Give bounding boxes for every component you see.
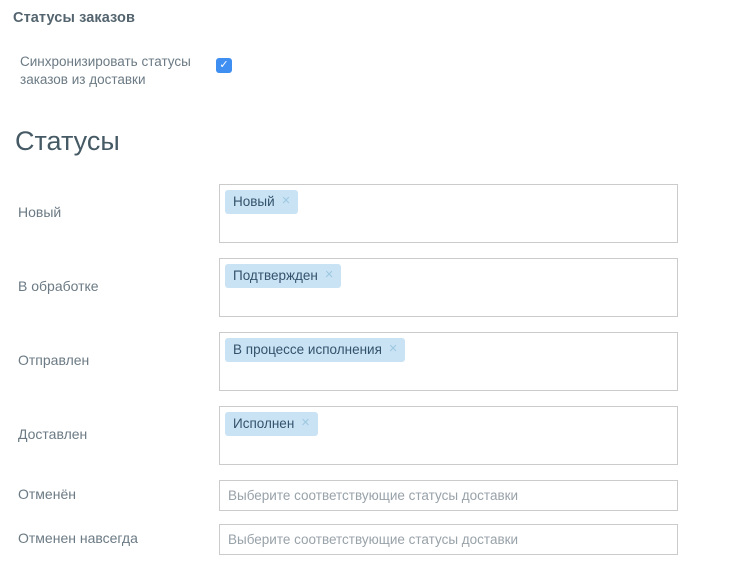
- tag-label: Исполнен: [233, 416, 294, 431]
- status-row-label: Доставлен: [13, 406, 219, 465]
- tag-label: Новый: [233, 194, 275, 209]
- remove-tag-icon[interactable]: ×: [301, 416, 309, 431]
- status-row-label: Новый: [13, 184, 219, 243]
- status-row-label: Отправлен: [13, 332, 219, 391]
- status-row-delivered: Доставлен Исполнен ×: [13, 406, 740, 465]
- tag-label: Подтвержден: [233, 268, 318, 283]
- statuses-heading: Статусы: [15, 126, 740, 157]
- multiselect-delivered[interactable]: Исполнен ×: [219, 406, 678, 465]
- status-mapping-form: Новый Новый × В обработке Подтвержден × …: [13, 184, 740, 555]
- section-title: Статусы заказов: [13, 10, 740, 26]
- order-statuses-settings-panel: Статусы заказов Синхронизировать статусы…: [0, 0, 740, 555]
- multiselect-cancelled-input[interactable]: [219, 480, 678, 511]
- status-row-label: Отменён: [13, 480, 219, 511]
- sync-statuses-label: Синхронизировать статусы заказов из дост…: [20, 53, 216, 89]
- multiselect-sent[interactable]: В процессе исполнения ×: [219, 332, 678, 391]
- selected-tag: Исполнен ×: [225, 412, 318, 436]
- tag-label: В процессе исполнения: [233, 342, 382, 357]
- status-row-processing: В обработке Подтвержден ×: [13, 258, 740, 317]
- status-row-label: Отменен навсегда: [13, 524, 219, 555]
- check-icon: ✓: [219, 60, 228, 71]
- multiselect-cancelled-forever-input[interactable]: [219, 524, 678, 555]
- multiselect-processing[interactable]: Подтвержден ×: [219, 258, 678, 317]
- remove-tag-icon[interactable]: ×: [282, 194, 290, 209]
- remove-tag-icon[interactable]: ×: [325, 268, 333, 283]
- sync-statuses-checkbox[interactable]: ✓: [216, 58, 232, 73]
- remove-tag-icon[interactable]: ×: [389, 342, 397, 357]
- status-row-cancelled: Отменён: [13, 480, 740, 511]
- status-row-sent: Отправлен В процессе исполнения ×: [13, 332, 740, 391]
- status-row-cancelled-forever: Отменен навсегда: [13, 524, 740, 555]
- multiselect-new[interactable]: Новый ×: [219, 184, 678, 243]
- sync-statuses-row: Синхронизировать статусы заказов из дост…: [20, 53, 740, 89]
- selected-tag: В процессе исполнения ×: [225, 338, 405, 362]
- selected-tag: Новый ×: [225, 190, 298, 214]
- selected-tag: Подтвержден ×: [225, 264, 341, 288]
- status-row-new: Новый Новый ×: [13, 184, 740, 243]
- status-row-label: В обработке: [13, 258, 219, 317]
